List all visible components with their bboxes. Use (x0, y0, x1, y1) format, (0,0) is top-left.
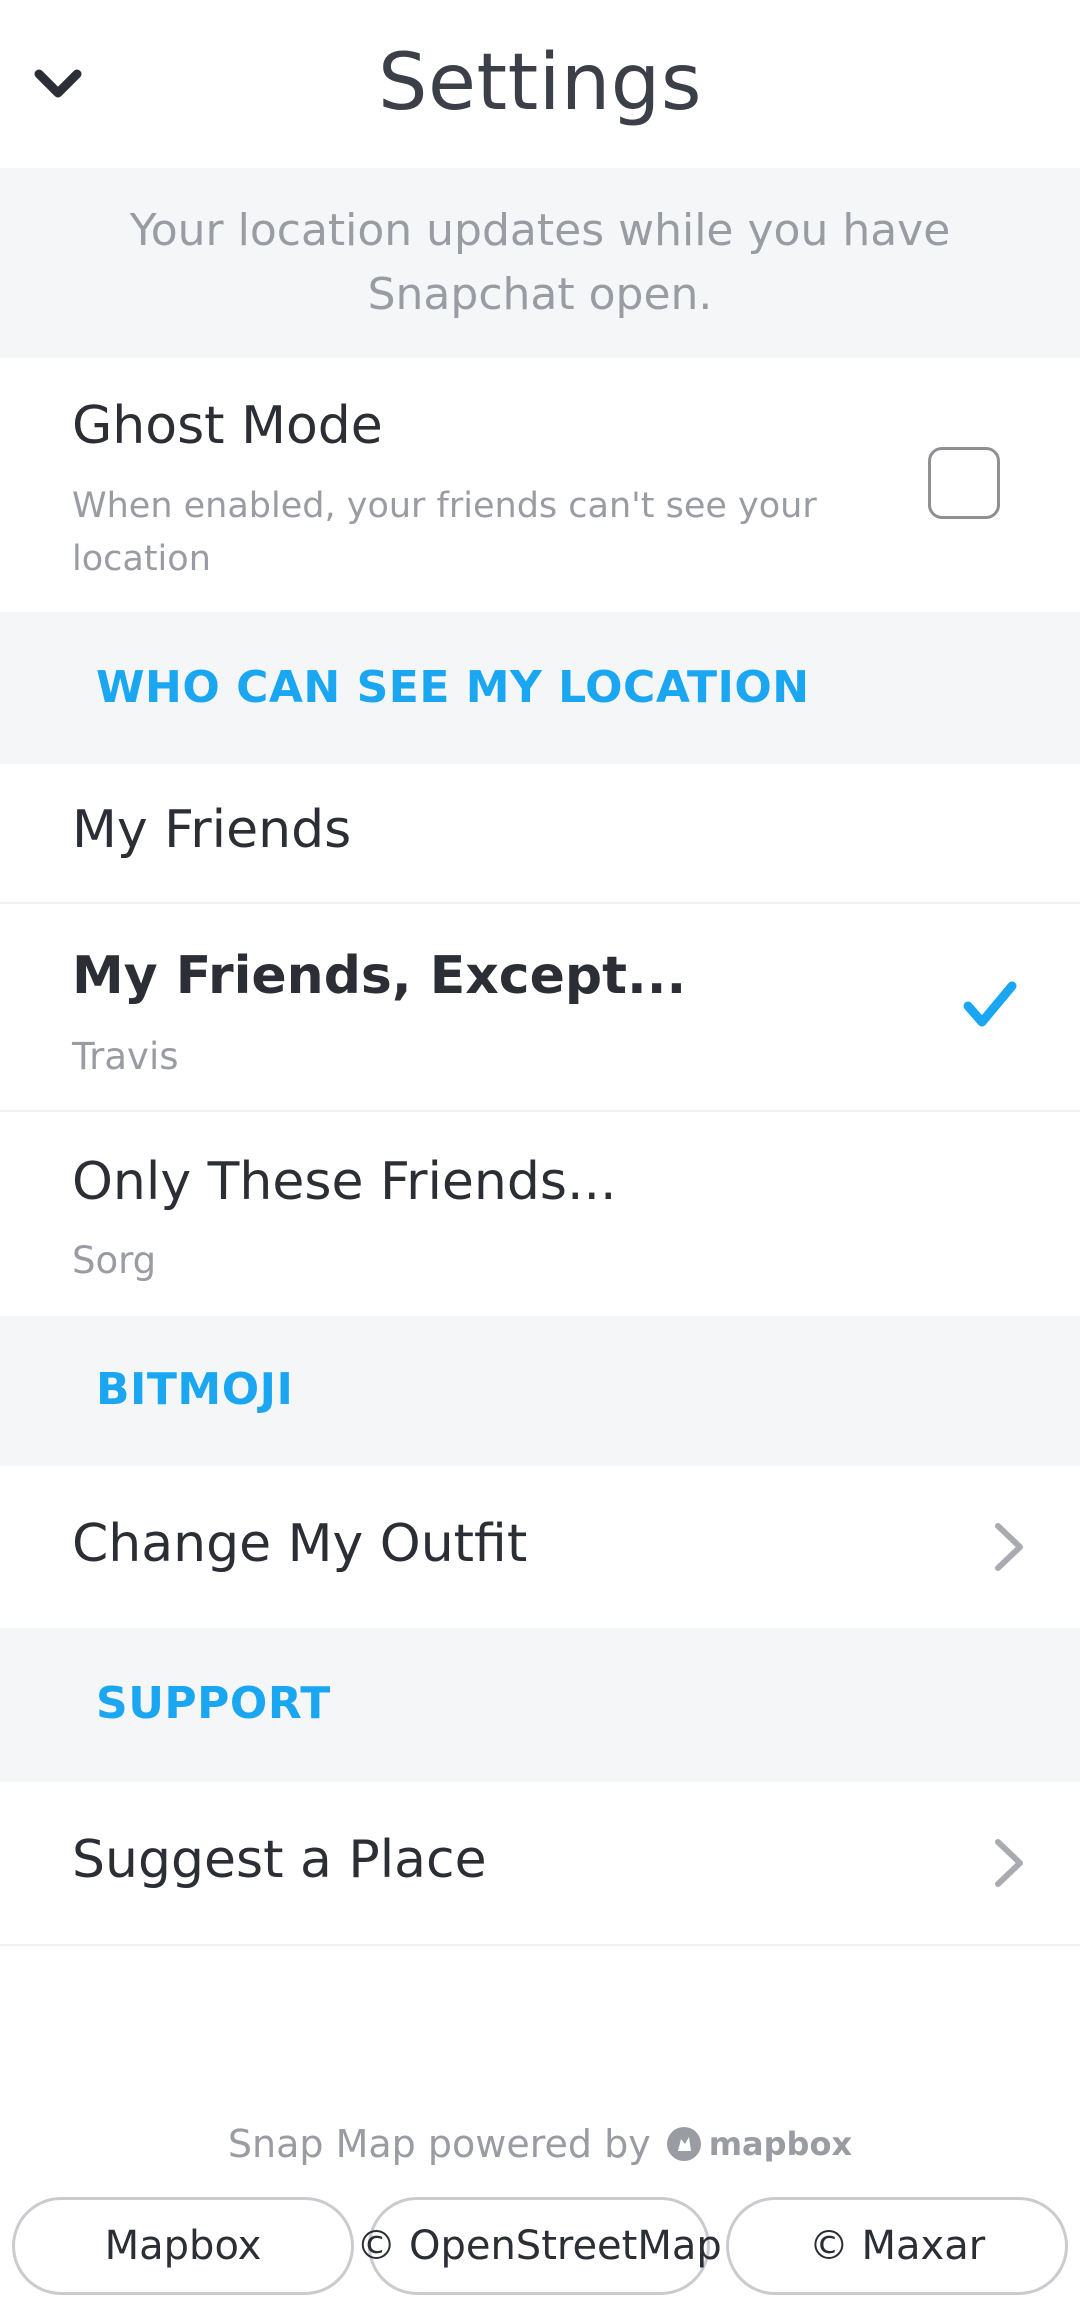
mapbox-logo-icon (666, 2127, 701, 2161)
divider (0, 1944, 1080, 1946)
section-title-bitmoji: BITMOJI (96, 1364, 294, 1415)
ghost-mode-title: Ghost Mode (72, 396, 383, 456)
suggest-place-row[interactable]: Suggest a Place (0, 1782, 1080, 1944)
section-title-support: SUPPORT (96, 1678, 331, 1729)
option-my-friends-except-subtitle: Travis (72, 1035, 179, 1078)
suggest-place-label: Suggest a Place (72, 1830, 487, 1890)
page-title: Settings (378, 38, 702, 128)
ghost-mode-row[interactable]: Ghost Mode When enabled, your friends ca… (0, 358, 1080, 612)
location-info-banner: Your location updates while you have Sna… (0, 168, 1080, 358)
option-my-friends[interactable]: My Friends (0, 764, 1080, 902)
powered-by-text: Snap Map powered by (227, 2122, 651, 2166)
chevron-right-icon (995, 1523, 1023, 1571)
attribution-openstreetmap-button[interactable]: © OpenStreetMap (356, 2197, 722, 2295)
mapbox-logo-text: mapbox (708, 2125, 853, 2163)
section-header-who-can-see: WHO CAN SEE MY LOCATION (0, 612, 1080, 764)
attribution-mapbox-button[interactable]: Mapbox (12, 2197, 354, 2295)
option-only-these-friends-subtitle: Sorg (72, 1239, 157, 1282)
chevron-right-icon (995, 1839, 1023, 1887)
option-my-friends-except-label: My Friends, Except... (72, 946, 687, 1006)
section-header-bitmoji: BITMOJI (0, 1316, 1080, 1466)
option-my-friends-label: My Friends (72, 800, 352, 860)
option-only-these-friends[interactable]: Only These Friends... Sorg (0, 1112, 1080, 1316)
ghost-mode-description: When enabled, your friends can't see you… (72, 486, 817, 579)
section-header-support: SUPPORT (0, 1628, 1080, 1782)
change-outfit-label: Change My Outfit (72, 1514, 528, 1574)
ghost-mode-checkbox[interactable] (928, 447, 1000, 519)
location-info-text: Your location updates while you have Sna… (129, 205, 951, 320)
change-outfit-row[interactable]: Change My Outfit (0, 1466, 1080, 1628)
section-title-who-can-see: WHO CAN SEE MY LOCATION (96, 662, 810, 713)
option-only-these-friends-label: Only These Friends... (72, 1152, 617, 1212)
attribution-maxar-button[interactable]: © Maxar (726, 2197, 1068, 2295)
footer-credit: Snap Map powered by mapbox (0, 2122, 1080, 2166)
checkmark-icon (963, 981, 1017, 1027)
mapbox-logo: mapbox (665, 2125, 852, 2163)
header-bar: Settings (0, 0, 1080, 168)
option-my-friends-except[interactable]: My Friends, Except... Travis (0, 904, 1080, 1110)
